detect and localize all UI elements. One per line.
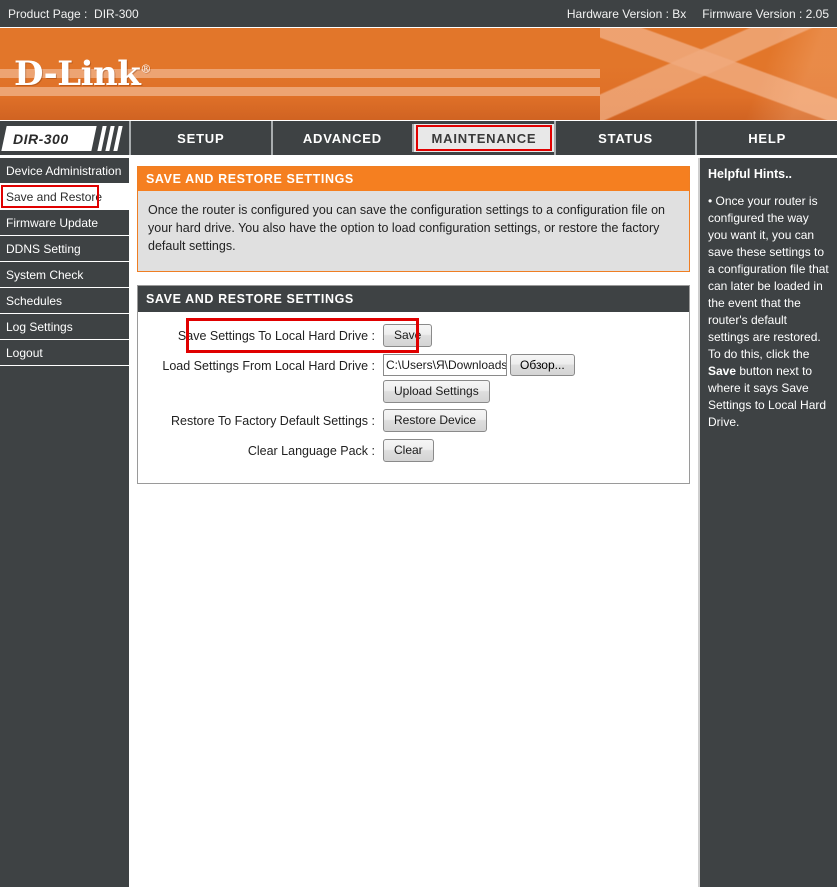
- trademark-icon: ®: [140, 62, 151, 76]
- sidebar-item-ddns-setting[interactable]: DDNS Setting: [0, 236, 129, 262]
- browse-button[interactable]: Обзор...: [510, 354, 575, 377]
- load-settings-label: Load Settings From Local Hard Drive :: [162, 359, 375, 374]
- footer-center-fill: [129, 851, 698, 887]
- nav-tab-list: SETUP ADVANCED MAINTENANCE STATUS HELP: [129, 121, 837, 155]
- config-file-path-field[interactable]: C:\Users\Я\Downloads: [383, 354, 507, 377]
- sidebar-item-schedules[interactable]: Schedules: [0, 288, 129, 314]
- side-navigation: Device Administration Save and Restore F…: [0, 158, 129, 851]
- sidebar-item-save-and-restore[interactable]: Save and Restore: [0, 184, 129, 210]
- sidebar-item-label: System Check: [6, 267, 84, 282]
- restore-defaults-label: Restore To Factory Default Settings :: [170, 414, 375, 429]
- clear-language-pack-control: Clear: [383, 439, 434, 463]
- tab-maintenance-label: MAINTENANCE: [431, 130, 537, 146]
- dlink-logo-text: D-Link: [14, 54, 141, 94]
- version-info: Hardware Version : Bx Firmware Version :…: [567, 7, 829, 21]
- sidebar-item-label: Logout: [6, 345, 43, 360]
- banner-glow: [717, 28, 837, 120]
- clear-language-pack-label: Clear Language Pack :: [247, 444, 375, 459]
- restore-defaults-control: Restore Device: [383, 409, 488, 433]
- sidebar-item-system-check[interactable]: System Check: [0, 262, 129, 288]
- tab-help-label: HELP: [748, 130, 787, 146]
- hints-text-part1: Once your router is configured the way y…: [708, 194, 829, 362]
- save-button[interactable]: Save: [383, 324, 433, 348]
- sidebar-item-logout[interactable]: Logout: [0, 340, 129, 366]
- save-settings-control: Save: [383, 324, 433, 348]
- slash-decoration-icon: [97, 126, 123, 151]
- load-settings-control: C:\Users\Я\Downloads Обзор... Upload Set…: [383, 354, 575, 404]
- sidebar-item-label: Save and Restore: [6, 189, 103, 204]
- sidebar-item-label: Log Settings: [6, 319, 73, 334]
- hardware-version-label: Hardware Version : Bx: [566, 6, 687, 21]
- settings-panel-title: SAVE AND RESTORE SETTINGS: [138, 286, 689, 313]
- sidebar-item-label: DDNS Setting: [6, 241, 81, 256]
- save-settings-label: Save Settings To Local Hard Drive :: [177, 329, 375, 344]
- sidebar-item-label: Device Administration: [6, 163, 122, 178]
- sidebar-item-device-administration[interactable]: Device Administration: [0, 158, 129, 184]
- clear-button[interactable]: Clear: [383, 439, 434, 463]
- row-restore-defaults: Restore To Factory Default Settings : Re…: [148, 409, 679, 433]
- tab-setup-label: SETUP: [177, 130, 225, 146]
- settings-panel-body: Save Settings To Local Hard Drive : Save…: [138, 312, 689, 484]
- footer-left-fill: [0, 851, 129, 887]
- page-body: Device Administration Save and Restore F…: [0, 158, 837, 851]
- helpful-hints-text: • Once your router is configured the way…: [708, 193, 829, 431]
- row-save-settings: Save Settings To Local Hard Drive : Save: [148, 318, 679, 354]
- restore-device-button[interactable]: Restore Device: [383, 409, 488, 433]
- helpful-hints-title: Helpful Hints..: [708, 167, 793, 181]
- row-clear-language-pack: Clear Language Pack : Clear: [148, 439, 679, 463]
- upload-settings-button[interactable]: Upload Settings: [383, 380, 490, 404]
- product-page-label: Product Page : DIR-300: [8, 6, 139, 21]
- tab-maintenance[interactable]: MAINTENANCE: [412, 124, 554, 152]
- description-panel: SAVE AND RESTORE SETTINGS Once the route…: [137, 166, 690, 273]
- page-footer: [0, 851, 837, 887]
- firmware-version-label: Firmware Version : 2.05: [702, 6, 829, 21]
- main-navigation: DIR-300 SETUP ADVANCED MAINTENANCE STATU…: [0, 121, 837, 158]
- sidebar-item-firmware-update[interactable]: Firmware Update: [0, 210, 129, 236]
- tab-advanced[interactable]: ADVANCED: [270, 121, 413, 155]
- model-name-label: DIR-300: [13, 131, 69, 147]
- dlink-logo: D-Link®: [14, 57, 151, 91]
- brand-banner: D-Link®: [0, 28, 837, 121]
- hints-bold-word: Save: [708, 364, 737, 379]
- main-content: SAVE AND RESTORE SETTINGS Once the route…: [129, 158, 698, 851]
- tab-status[interactable]: STATUS: [553, 121, 696, 155]
- description-panel-title: SAVE AND RESTORE SETTINGS: [138, 167, 689, 191]
- settings-panel: SAVE AND RESTORE SETTINGS Save Settings …: [137, 285, 690, 485]
- tab-help[interactable]: HELP: [695, 121, 837, 155]
- model-badge: DIR-300: [0, 121, 129, 158]
- tab-advanced-label: ADVANCED: [302, 130, 382, 146]
- helpful-hints-panel: Helpful Hints.. • Once your router is co…: [698, 158, 837, 851]
- sidebar-item-log-settings[interactable]: Log Settings: [0, 314, 129, 340]
- description-panel-text: Once the router is configured you can sa…: [138, 191, 689, 272]
- footer-right-fill: [698, 851, 837, 887]
- product-info-bar: Product Page : DIR-300 Hardware Version …: [0, 0, 837, 28]
- sidebar-item-label: Firmware Update: [6, 215, 99, 230]
- tab-setup[interactable]: SETUP: [129, 121, 271, 155]
- sidebar-item-label: Schedules: [6, 293, 63, 308]
- file-chooser: C:\Users\Я\Downloads Обзор...: [383, 354, 575, 377]
- row-load-settings: Load Settings From Local Hard Drive : C:…: [148, 354, 679, 404]
- tab-status-label: STATUS: [598, 130, 654, 146]
